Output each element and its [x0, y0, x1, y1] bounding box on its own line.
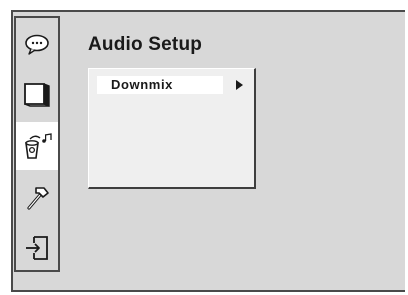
tv-screen-icon [24, 83, 50, 108]
exit-door-icon [26, 236, 48, 260]
sidebar-item-general[interactable] [16, 20, 58, 68]
speaker-music-icon [25, 133, 52, 159]
sidebar-item-exit[interactable] [16, 224, 58, 272]
sidebar-item-video[interactable] [16, 70, 58, 118]
menu-item-label: Downmix [111, 77, 173, 92]
submenu-arrow-icon [236, 80, 243, 90]
menu-item-downmix[interactable]: Downmix [97, 76, 245, 94]
speech-bubble-icon [25, 34, 49, 55]
page-title: Audio Setup [88, 34, 203, 55]
hammer-icon [27, 187, 49, 210]
audio-menu-panel: Downmix [88, 68, 256, 189]
setup-sidebar [14, 16, 60, 272]
sidebar-item-preferences[interactable] [16, 174, 58, 222]
sidebar-item-audio[interactable] [16, 122, 58, 170]
